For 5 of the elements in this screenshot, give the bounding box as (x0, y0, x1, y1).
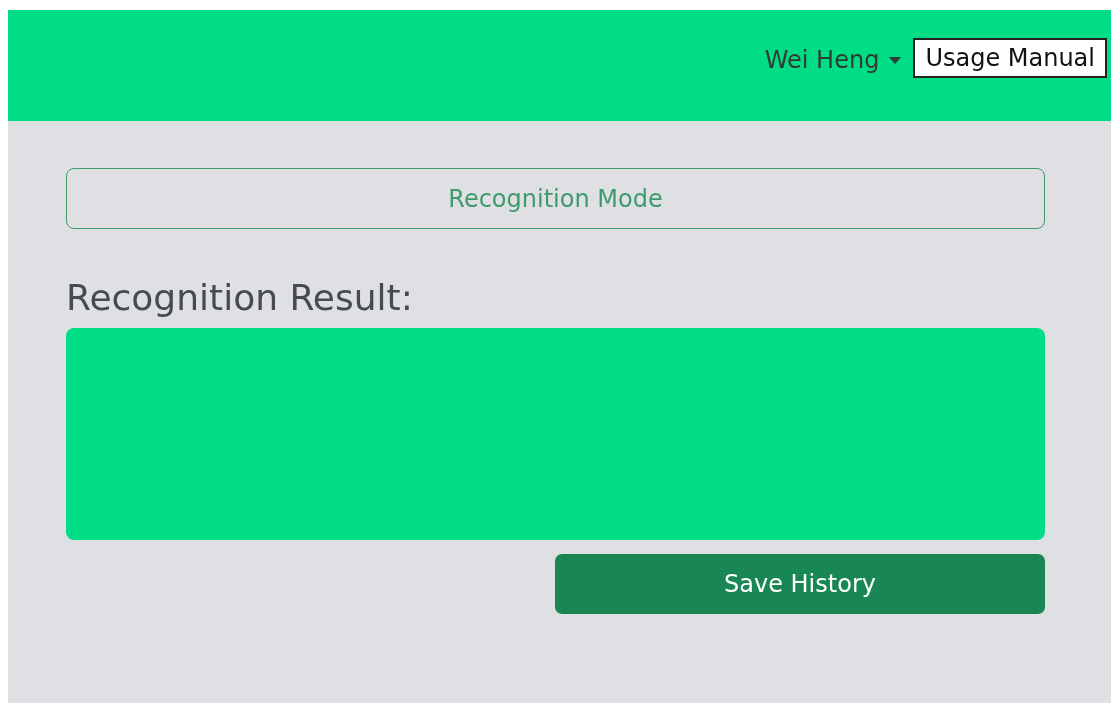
usage-manual-button[interactable]: Usage Manual (913, 38, 1107, 78)
result-heading: Recognition Result: (66, 277, 414, 318)
caret-icon (889, 56, 902, 64)
save-history-button[interactable]: Save History (555, 554, 1045, 614)
user-menu[interactable]: Wei Heng (764, 38, 902, 82)
